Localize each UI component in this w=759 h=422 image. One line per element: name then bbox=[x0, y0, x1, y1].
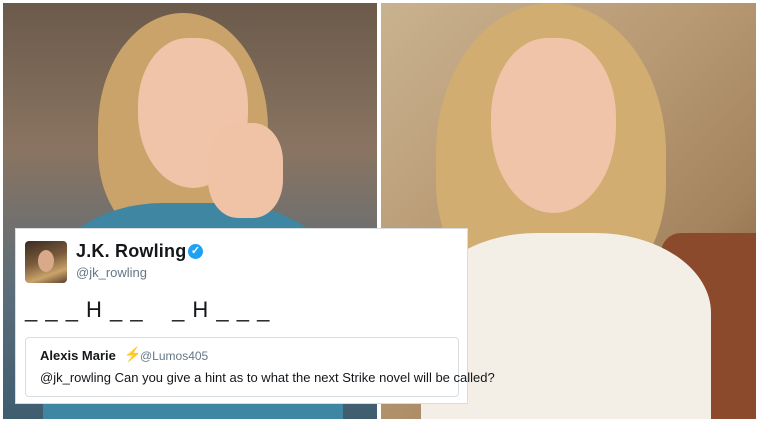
quoted-author-handle: @Lumos405 bbox=[140, 349, 209, 363]
author-handle[interactable]: @jk_rowling bbox=[76, 265, 147, 280]
hand-shape bbox=[208, 123, 283, 218]
lightning-icon: ⚡ bbox=[124, 346, 142, 362]
quoted-tweet-text: @jk_rowling Can you give a hint as to wh… bbox=[40, 370, 495, 385]
quoted-tweet[interactable]: Alexis Marie ⚡ @Lumos405 @jk_rowling Can… bbox=[25, 337, 495, 397]
tweet-text: _ _ _ H _ _ _ H _ _ _ bbox=[25, 297, 271, 322]
quoted-author-name: Alexis Marie bbox=[40, 348, 116, 363]
tweet-card[interactable]: J.K. Rowling ✓ @jk_rowling _ _ _ H _ _ _… bbox=[15, 228, 495, 404]
face-shape bbox=[491, 38, 616, 213]
verified-icon: ✓ bbox=[188, 244, 203, 259]
author-name[interactable]: J.K. Rowling bbox=[76, 241, 186, 262]
avatar[interactable] bbox=[25, 241, 67, 283]
